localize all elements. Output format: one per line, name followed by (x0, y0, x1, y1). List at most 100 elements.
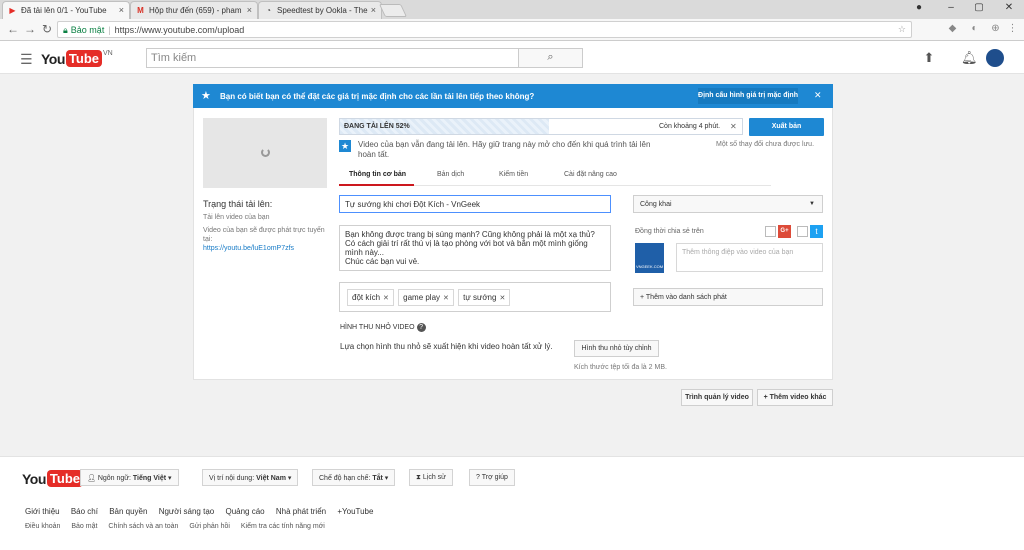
help-icon: ? (476, 474, 480, 481)
hamburger-menu-icon[interactable]: ☰ (20, 51, 33, 68)
add-more-videos-button[interactable]: + Thêm video khác (757, 389, 833, 406)
help-icon[interactable]: ? (416, 323, 426, 332)
close-icon[interactable]: × (371, 5, 376, 15)
restricted-value: Tắt (372, 475, 383, 482)
footer-link[interactable]: +YouTube (337, 507, 373, 516)
tag-chip: tự sướng ✕ (458, 289, 511, 306)
video-manager-button[interactable]: Trình quản lý video (681, 389, 753, 406)
footer-link[interactable]: Bảo mật (71, 523, 97, 530)
footer-link[interactable]: Giới thiệu (25, 507, 60, 516)
twitter-icon: t (810, 225, 823, 238)
maximize-icon[interactable]: ▢ (972, 2, 986, 13)
tags-input[interactable]: đột kích ✕ game play ✕ tự sướng ✕ (339, 282, 611, 312)
footer-link[interactable]: Nhà phát triển (276, 507, 326, 516)
star-icon: ★ (339, 140, 351, 152)
extension-icon[interactable]: ◆ (946, 23, 959, 36)
extension-icon[interactable]: ◐ (968, 23, 981, 36)
info-note-text: Video của bạn vẫn đang tải lên. Hãy giữ … (358, 140, 651, 159)
thumbnail-size-note: Kích thước tệp tối đa là 2 MB. (574, 364, 667, 371)
video-thumbnail-placeholder (203, 118, 327, 188)
browser-tabbar: ▶ Đã tải lên 0/1 - YouTube × M Hộp thư đ… (0, 0, 1024, 19)
profile-icon[interactable]: ● (912, 2, 926, 13)
notification-bell-icon[interactable]: 🔔︎ (961, 50, 978, 66)
cancel-upload-icon[interactable]: ✕ (730, 122, 737, 131)
browser-tab-youtube[interactable]: ▶ Đã tải lên 0/1 - YouTube × (2, 1, 130, 19)
extension-icon[interactable]: ⊕ (989, 23, 1002, 36)
add-to-playlist-button[interactable]: + Thêm vào danh sách phát (633, 288, 823, 306)
history-label: Lịch sử (422, 474, 446, 481)
close-icon[interactable]: × (119, 5, 124, 15)
privacy-select[interactable]: Công khai ▼ (633, 195, 823, 213)
footer-link[interactable]: Kiểm tra các tính năng mới (241, 523, 325, 530)
bookmark-star-icon[interactable]: ☆ (898, 24, 906, 35)
footer-link[interactable]: Báo chí (71, 507, 98, 516)
location-button[interactable]: Vị trí nội dung: Việt Nam ▾ (202, 469, 299, 486)
secure-label: Bảo mật (70, 25, 105, 35)
footer-link[interactable]: Chính sách và an toàn (108, 523, 178, 530)
footer-link[interactable]: Gửi phản hồi (189, 523, 230, 530)
window-close-icon[interactable]: ✕ (1002, 2, 1016, 13)
language-button[interactable]: 👤︎ Ngôn ngữ: Tiếng Việt ▾ (80, 469, 179, 486)
remove-tag-icon[interactable]: ✕ (443, 295, 449, 302)
search-button[interactable]: ⌕ (519, 48, 583, 68)
back-icon[interactable]: ← (6, 22, 20, 36)
logo-tube: Tube (46, 470, 83, 487)
footer-link[interactable]: Điều khoản (25, 523, 60, 530)
tab-monetization[interactable]: Kiếm tiền (499, 171, 528, 178)
forward-icon[interactable]: → (23, 22, 37, 36)
restricted-label: Chế độ hạn chế: (319, 475, 371, 482)
tab-basic-info[interactable]: Thông tin cơ bản (349, 171, 406, 178)
new-tab-button[interactable] (378, 4, 408, 17)
footer-link[interactable]: Người sáng tạo (159, 507, 215, 516)
language-label: Ngôn ngữ: (97, 475, 131, 482)
footer-youtube-logo[interactable]: You Tube (22, 470, 83, 487)
status-line: Tải lên video của bạn (203, 214, 270, 221)
tab-title: Đã tải lên 0/1 - YouTube (21, 6, 107, 15)
close-icon[interactable]: × (247, 5, 252, 15)
hourglass-icon: ⧗ (416, 474, 421, 481)
footer-link[interactable]: Bản quyền (109, 507, 147, 516)
browser-tab-gmail[interactable]: M Hộp thư đến (659) - pham × (130, 1, 258, 19)
footer-link[interactable]: Quảng cáo (225, 507, 264, 516)
youtube-logo[interactable]: You Tube VN (41, 50, 113, 67)
browser-tab-speedtest[interactable]: ◔ Speedtest by Ookla - The × (258, 1, 382, 19)
thumbnail-heading-text: HÌNH THU NHỎ VIDEO (340, 324, 415, 331)
youtube-header: ☰ You Tube VN Tìm kiếm ⌕ ⬆ 🔔︎ (0, 41, 1024, 74)
publish-button[interactable]: Xuất bản (749, 118, 824, 136)
video-link[interactable]: https://youtu.be/luE1omP7zfs (203, 244, 327, 253)
restricted-mode-button[interactable]: Chế độ hạn chế: Tắt ▾ (312, 469, 396, 486)
upload-icon[interactable]: ⬆ (922, 50, 936, 66)
description-textarea[interactable]: Bạn không được trang bị súng mạnh? Cũng … (339, 225, 611, 271)
share-gplus-checkbox[interactable] (765, 226, 776, 237)
share-twitter-checkbox[interactable] (797, 226, 808, 237)
share-message-input[interactable]: Thêm thông điệp vào video của bạn (676, 243, 823, 272)
close-icon[interactable]: ✕ (814, 90, 822, 101)
minimize-icon[interactable]: – (944, 2, 958, 13)
account-avatar[interactable] (986, 49, 1004, 67)
status-line: Video của bạn sẽ được phát trực tuyến tạ… (203, 227, 325, 243)
lock-icon: 🔒︎ (63, 25, 68, 35)
tab-advanced-settings[interactable]: Cài đặt nâng cao (564, 171, 617, 178)
menu-icon[interactable]: ⋮ (1006, 23, 1019, 36)
title-input[interactable]: Tự sướng khi chơi Đột Kích - VnGeek (339, 195, 611, 213)
help-button[interactable]: ? Trợ giúp (469, 469, 515, 486)
remove-tag-icon[interactable]: ✕ (499, 295, 505, 302)
reload-icon[interactable]: ↻ (40, 22, 54, 36)
url-text: https://www.youtube.com/upload (114, 25, 245, 35)
loading-spinner-icon (261, 148, 270, 157)
banner-message: Bạn có biết bạn có thể đặt các giá trị m… (220, 92, 535, 101)
status-title: Trạng thái tải lên: (203, 199, 273, 209)
url-input[interactable]: 🔒︎ Bảo mật | https://www.youtube.com/upload… (57, 21, 912, 38)
thumbnail-description: Lựa chọn hình thu nhỏ sẽ xuất hiện khi v… (340, 342, 553, 351)
history-button[interactable]: ⧗ Lịch sử (409, 469, 453, 486)
search-input[interactable]: Tìm kiếm (146, 48, 519, 68)
tag-chip: đột kích ✕ (347, 289, 394, 306)
google-plus-icon: G+ (778, 225, 791, 238)
time-remaining: Còn khoảng 4 phút. (659, 123, 721, 130)
custom-thumbnail-button[interactable]: Hình thu nhỏ tùy chỉnh (574, 340, 659, 357)
remove-tag-icon[interactable]: ✕ (383, 295, 389, 302)
tab-translations[interactable]: Bản dịch (437, 171, 464, 178)
configure-defaults-button[interactable]: Định cấu hình giá trị mặc định (698, 88, 798, 104)
speedtest-icon: ◔ (266, 6, 271, 15)
location-value: Việt Nam (256, 475, 286, 482)
